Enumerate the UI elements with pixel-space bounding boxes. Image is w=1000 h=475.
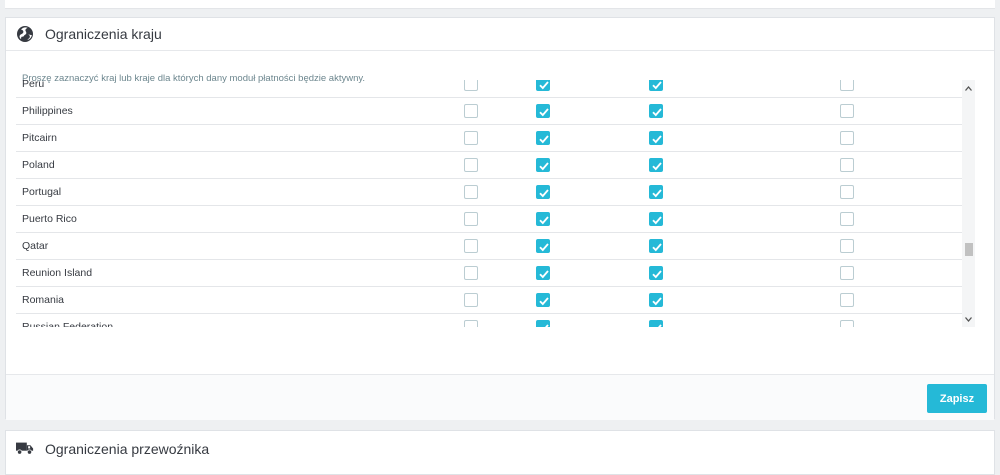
country-checkbox[interactable]	[649, 80, 663, 91]
table-row: Romania	[16, 287, 966, 314]
country-name: Philippines	[22, 105, 73, 117]
country-checkbox[interactable]	[649, 158, 663, 172]
country-name: Romania	[22, 294, 65, 306]
table-row: Reunion Island	[16, 260, 966, 287]
table-row: Pitcairn	[16, 125, 966, 152]
country-checkbox[interactable]	[464, 185, 478, 199]
country-checkbox[interactable]	[536, 80, 550, 91]
country-checkbox[interactable]	[840, 212, 854, 226]
table-row: Qatar	[16, 233, 966, 260]
country-checkbox[interactable]	[536, 239, 550, 253]
country-name: Qatar	[22, 240, 49, 252]
country-checkbox[interactable]	[649, 266, 663, 280]
country-checkbox[interactable]	[649, 239, 663, 253]
country-name: Russian Federation	[22, 321, 114, 327]
country-checkbox[interactable]	[464, 320, 478, 327]
country-name: Peru	[22, 80, 45, 90]
country-checkbox[interactable]	[649, 104, 663, 118]
country-checkbox[interactable]	[536, 131, 550, 145]
country-checkbox[interactable]	[464, 158, 478, 172]
country-checkbox[interactable]	[649, 320, 663, 327]
panel-footer: Zapisz	[6, 374, 994, 420]
country-checkbox[interactable]	[464, 131, 478, 145]
country-name: Poland	[22, 159, 55, 171]
table-scrollbar[interactable]	[962, 80, 975, 327]
country-name: Pitcairn	[22, 132, 58, 144]
panel-title: Ograniczenia kraju	[45, 26, 162, 42]
carrier-restrictions-panel: Ograniczenia przewoźnika	[5, 430, 995, 475]
panel-title: Ograniczenia przewoźnika	[45, 441, 210, 457]
country-checkbox[interactable]	[464, 239, 478, 253]
country-table[interactable]: Peru Philippines Pitcairn Poland Portugal Pue…	[16, 80, 982, 327]
country-checkbox[interactable]	[649, 131, 663, 145]
country-checkbox[interactable]	[649, 185, 663, 199]
country-checkbox[interactable]	[464, 293, 478, 307]
panel-header: Ograniczenia przewoźnika	[6, 431, 994, 467]
country-checkbox[interactable]	[840, 293, 854, 307]
country-name: Reunion Island	[22, 267, 93, 279]
scroll-thumb[interactable]	[965, 243, 973, 256]
truck-icon	[16, 440, 34, 458]
country-checkbox[interactable]	[536, 212, 550, 226]
table-row: Poland	[16, 152, 966, 179]
country-checkbox[interactable]	[840, 80, 854, 91]
table-row: Philippines	[16, 98, 966, 125]
scroll-down-arrow[interactable]	[962, 313, 975, 325]
table-row: Puerto Rico	[16, 206, 966, 233]
globe-icon	[16, 25, 34, 43]
country-checkbox[interactable]	[840, 239, 854, 253]
country-checkbox[interactable]	[536, 185, 550, 199]
country-checkbox[interactable]	[840, 320, 854, 327]
country-name: Portugal	[22, 186, 62, 198]
country-checkbox[interactable]	[840, 131, 854, 145]
country-checkbox[interactable]	[536, 158, 550, 172]
country-name: Puerto Rico	[22, 213, 77, 225]
country-checkbox[interactable]	[464, 212, 478, 226]
country-checkbox[interactable]	[840, 185, 854, 199]
country-checkbox[interactable]	[649, 293, 663, 307]
country-checkbox[interactable]	[464, 104, 478, 118]
country-checkbox[interactable]	[840, 266, 854, 280]
table-row: Portugal	[16, 179, 966, 206]
previous-panel-bottom	[5, 0, 995, 9]
table-row: Peru	[16, 80, 966, 98]
country-checkbox[interactable]	[536, 266, 550, 280]
save-button[interactable]: Zapisz	[927, 384, 987, 413]
country-checkbox[interactable]	[649, 212, 663, 226]
scroll-up-arrow[interactable]	[962, 82, 975, 94]
country-checkbox[interactable]	[536, 293, 550, 307]
country-checkbox[interactable]	[536, 320, 550, 327]
panel-header: Ograniczenia kraju	[6, 18, 994, 51]
country-checkbox[interactable]	[840, 104, 854, 118]
country-checkbox[interactable]	[464, 80, 478, 91]
country-checkbox[interactable]	[536, 104, 550, 118]
country-checkbox[interactable]	[464, 266, 478, 280]
table-row: Russian Federation	[16, 314, 966, 327]
country-checkbox[interactable]	[840, 158, 854, 172]
